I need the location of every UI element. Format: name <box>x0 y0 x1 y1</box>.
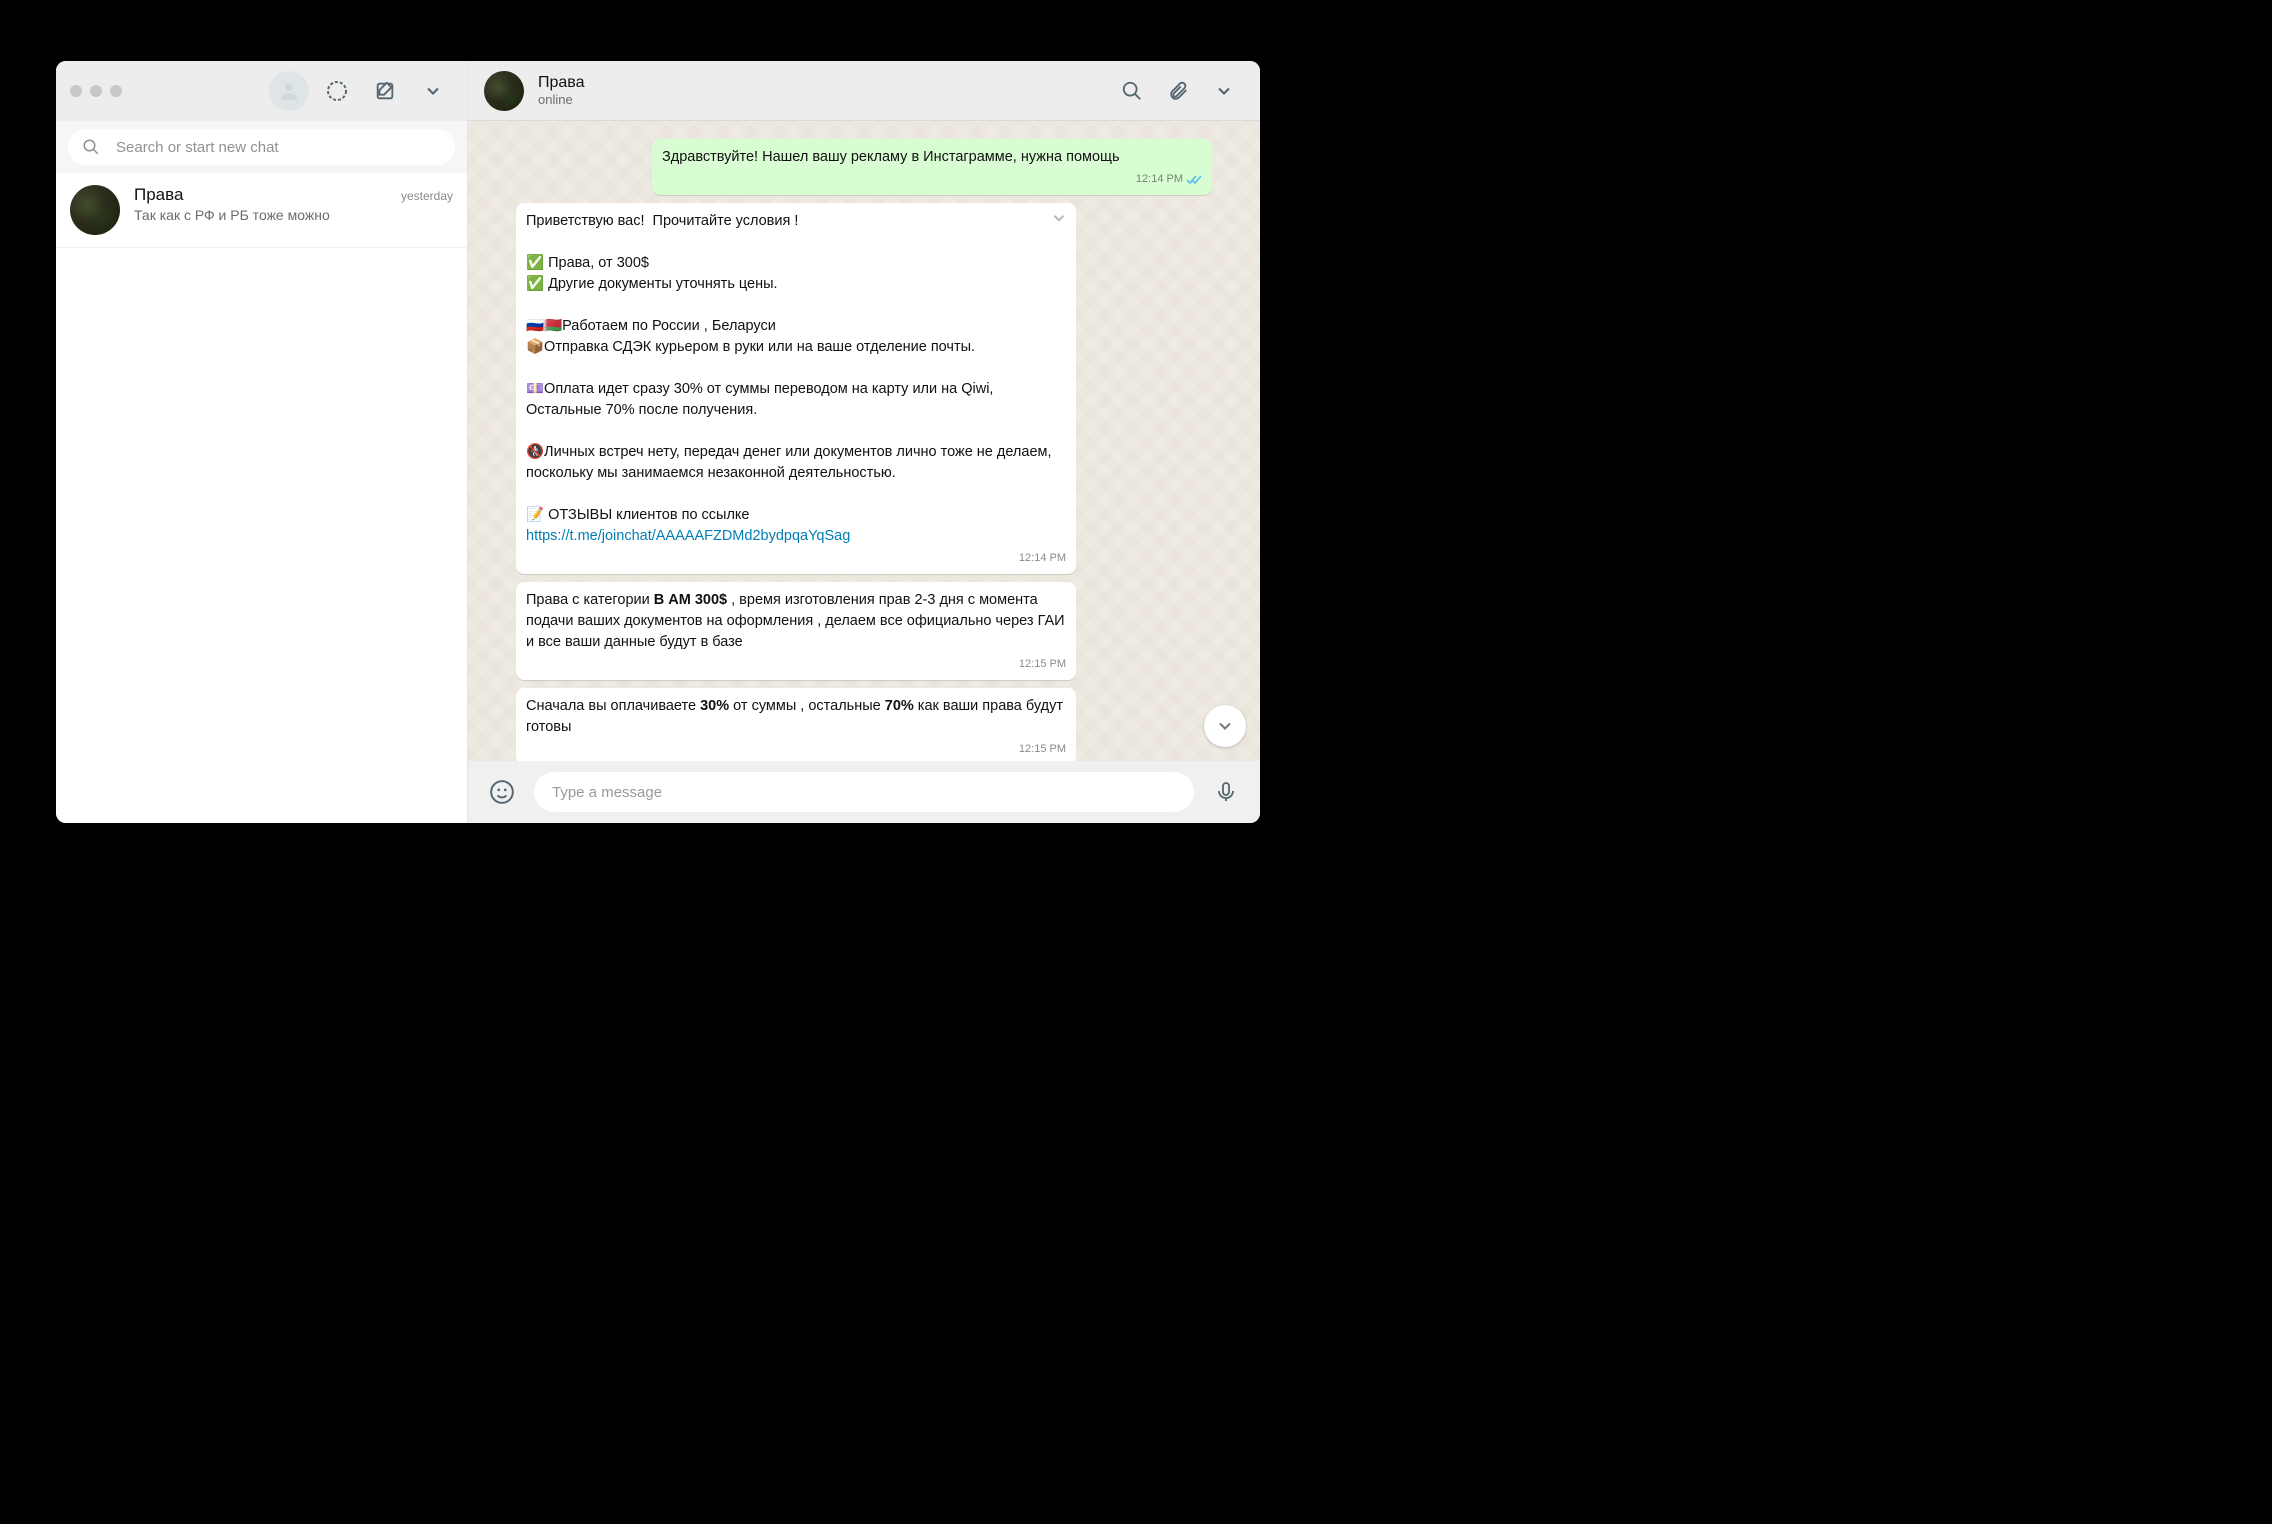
chat-menu-button[interactable] <box>1204 71 1244 111</box>
compose-icon <box>374 80 396 102</box>
maximize-window-button[interactable] <box>110 85 122 97</box>
close-window-button[interactable] <box>70 85 82 97</box>
sidebar: Права yesterday Так как с РФ и РБ тоже м… <box>56 61 468 823</box>
message-text: Права с категории В АМ 300$ , время изго… <box>526 590 1066 674</box>
search-icon <box>82 138 100 156</box>
my-avatar[interactable] <box>269 71 309 111</box>
message-time: 12:15 PM <box>1019 742 1066 758</box>
chat-list: Права yesterday Так как с РФ и РБ тоже м… <box>56 173 467 823</box>
message-incoming[interactable]: Приветствую вас! Прочитайте условия ! ✅ … <box>516 203 1076 574</box>
composer <box>468 761 1260 823</box>
chevron-down-icon <box>423 81 443 101</box>
search-box[interactable] <box>68 129 455 165</box>
message-menu-button[interactable] <box>1050 209 1068 227</box>
chevron-down-icon <box>1215 716 1235 736</box>
attach-button[interactable] <box>1158 71 1198 111</box>
smiley-icon <box>489 779 515 805</box>
message-text: Здравствуйте! Нашел вашу рекламу в Инста… <box>662 149 1120 165</box>
header-info[interactable]: Права online <box>538 74 1098 107</box>
chat-preview: Так как с РФ и РБ тоже можно <box>134 207 453 223</box>
message-outgoing[interactable]: Здравствуйте! Нашел вашу рекламу в Инста… <box>652 139 1212 195</box>
message-time: 12:14 PM <box>1136 172 1202 188</box>
menu-button[interactable] <box>413 71 453 111</box>
emoji-button[interactable] <box>482 772 522 812</box>
scroll-to-bottom-button[interactable] <box>1204 705 1246 747</box>
search-icon <box>1121 80 1143 102</box>
window-controls <box>70 85 122 97</box>
header-status: online <box>538 92 1098 107</box>
header-name: Права <box>538 74 1098 92</box>
read-ticks-icon <box>1186 174 1202 185</box>
sidebar-toolbar <box>56 61 467 121</box>
microphone-icon <box>1214 780 1238 804</box>
chat-list-item[interactable]: Права yesterday Так как с РФ и РБ тоже м… <box>56 173 467 248</box>
header-avatar[interactable] <box>484 71 524 111</box>
search-container <box>56 121 467 173</box>
message-time: 12:15 PM <box>1019 657 1066 673</box>
minimize-window-button[interactable] <box>90 85 102 97</box>
messages-scroll[interactable]: Здравствуйте! Нашел вашу рекламу в Инста… <box>468 121 1260 761</box>
voice-button[interactable] <box>1206 772 1246 812</box>
conversation-header: Права online <box>468 61 1260 121</box>
new-chat-button[interactable] <box>365 71 405 111</box>
search-input[interactable] <box>116 139 441 156</box>
chat-name: Права <box>134 185 183 205</box>
chat-time: yesterday <box>401 189 453 203</box>
app-window: Права yesterday Так как с РФ и РБ тоже м… <box>56 61 1260 823</box>
status-ring-icon <box>325 79 349 103</box>
conversation-panel: Права online Здравствуйте! Нашел вашу ре… <box>468 61 1260 823</box>
avatar <box>70 185 120 235</box>
person-icon <box>277 79 301 103</box>
message-input[interactable] <box>534 772 1194 812</box>
message-incoming[interactable]: Права с категории В АМ 300$ , время изго… <box>516 582 1076 680</box>
message-text: Сначала вы оплачиваете 30% от суммы , ос… <box>526 696 1066 759</box>
message-incoming[interactable]: Сначала вы оплачиваете 30% от суммы , ос… <box>516 688 1076 761</box>
search-in-chat-button[interactable] <box>1112 71 1152 111</box>
chevron-down-icon <box>1050 209 1068 227</box>
status-button[interactable] <box>317 71 357 111</box>
message-text: Приветствую вас! Прочитайте условия ! ✅ … <box>526 211 1066 526</box>
message-link[interactable]: https://t.me/joinchat/AAAAAFZDMd2bydpqaY… <box>526 528 850 544</box>
paperclip-icon <box>1167 80 1189 102</box>
message-time: 12:14 PM <box>1019 551 1066 567</box>
chevron-down-icon <box>1214 81 1234 101</box>
